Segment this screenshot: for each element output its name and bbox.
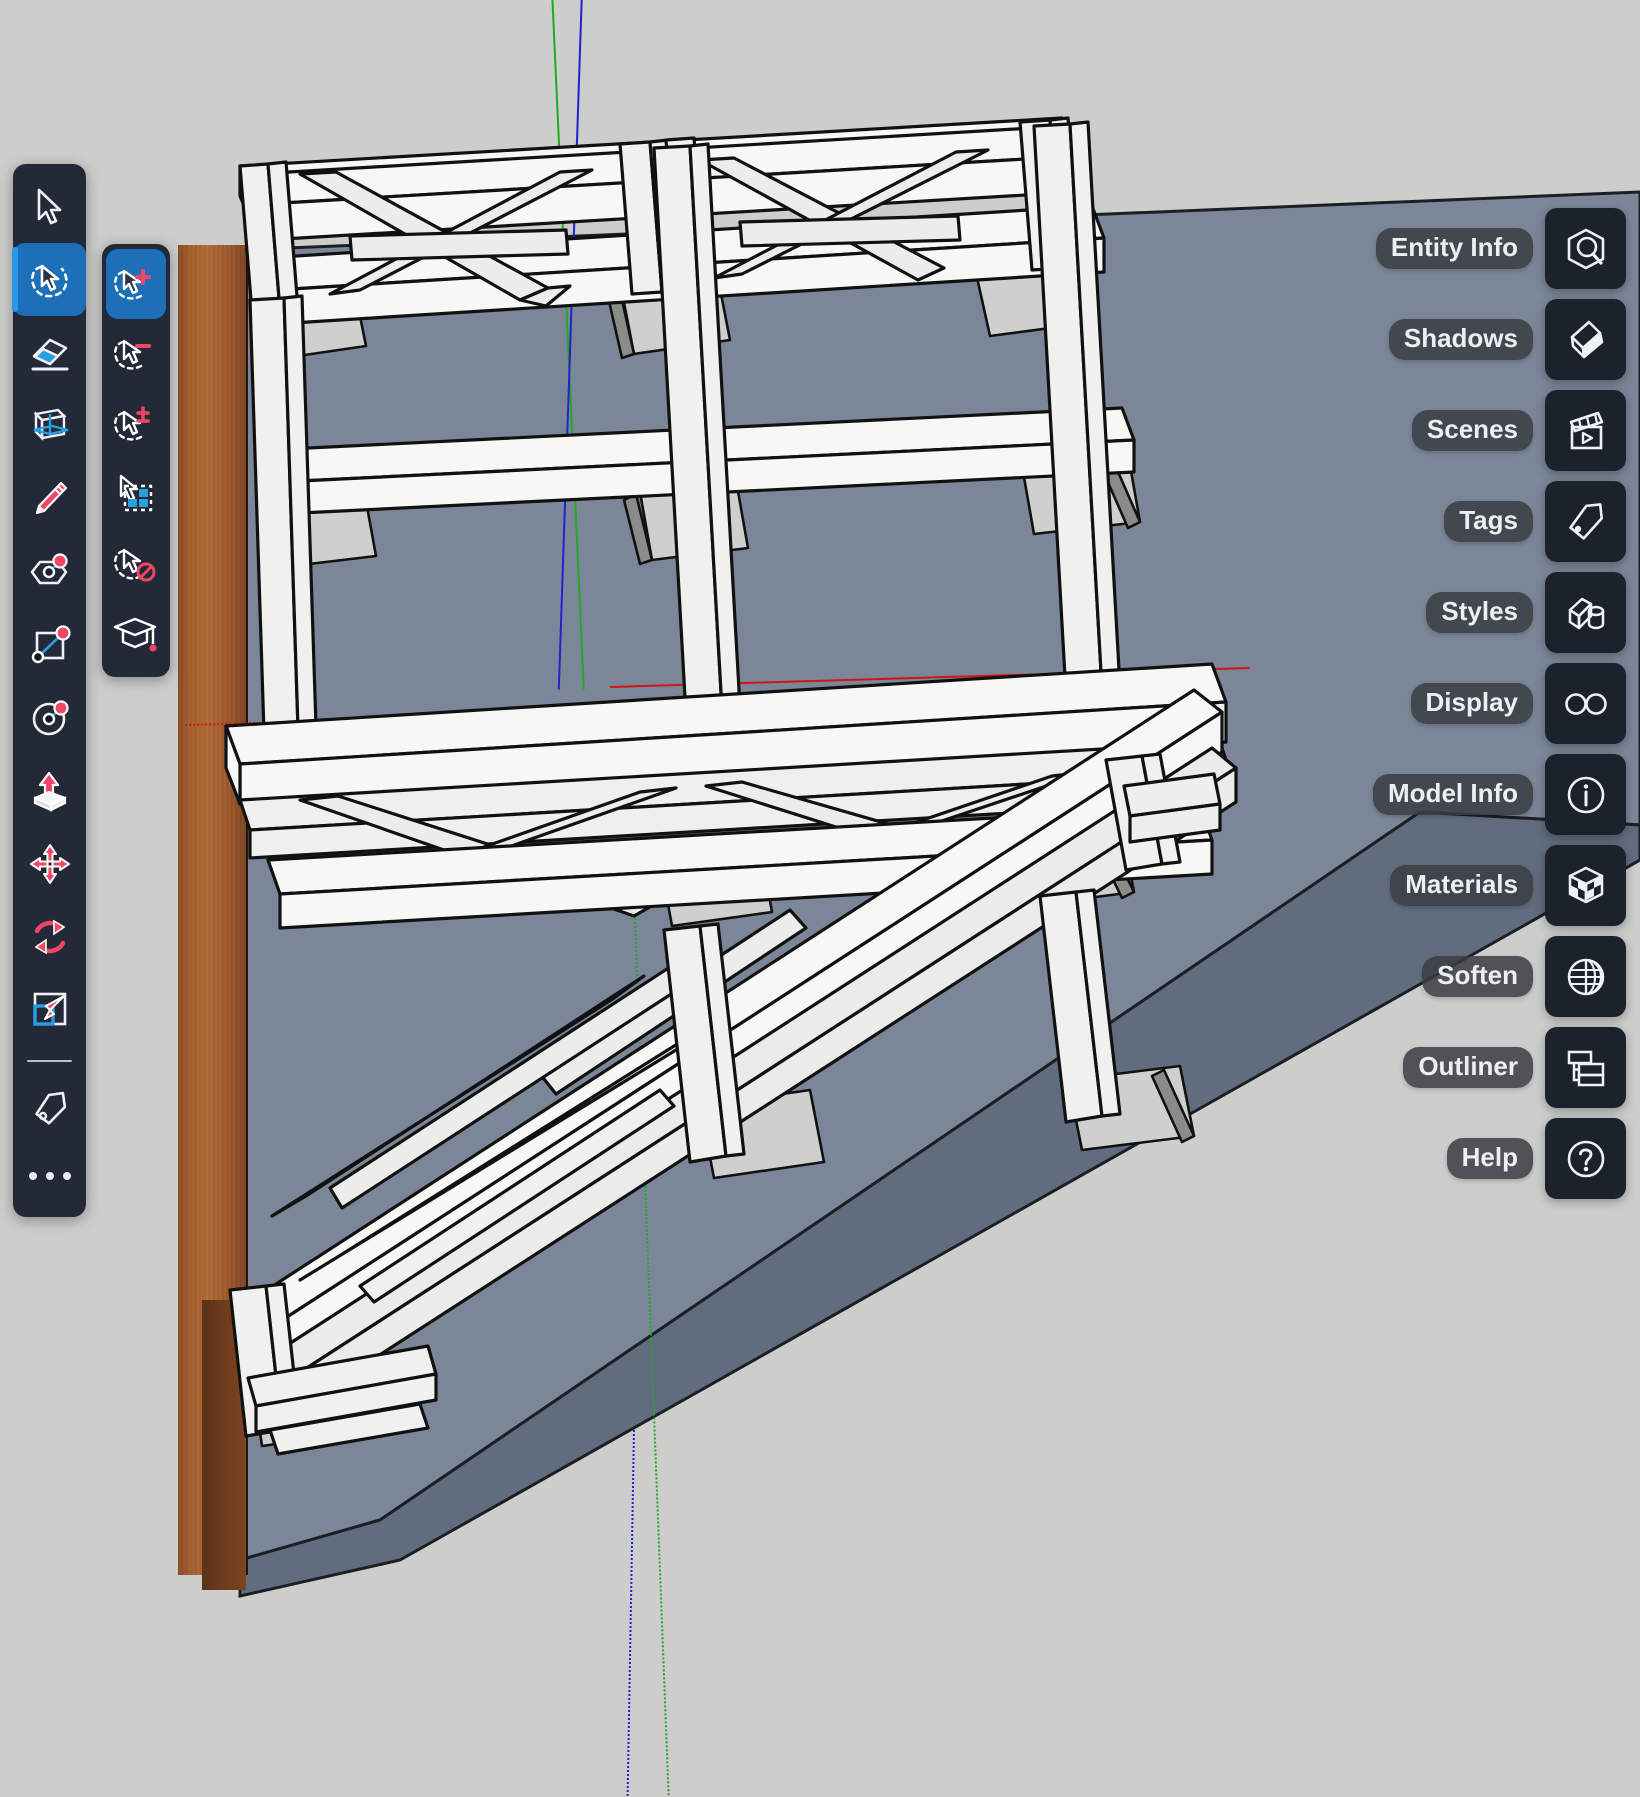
rail-row-tags[interactable]: Tags — [1373, 481, 1626, 562]
tool-lasso-remove[interactable] — [102, 319, 170, 389]
panel-button-help[interactable] — [1545, 1118, 1626, 1199]
move-icon — [29, 843, 70, 884]
rail-label-soften: Soften — [1422, 955, 1533, 998]
panel-button-model-info[interactable] — [1545, 754, 1626, 835]
lasso-toggle-icon — [114, 406, 150, 441]
tool-select[interactable] — [13, 170, 86, 243]
rail-label-model-info: Model Info — [1373, 773, 1533, 816]
panel-button-shadows[interactable] — [1545, 299, 1626, 380]
panel-button-display[interactable] — [1545, 663, 1626, 744]
rail-row-soften[interactable]: Soften — [1373, 936, 1626, 1017]
tool-eraser[interactable] — [13, 316, 86, 389]
model-info-icon — [1567, 776, 1604, 813]
tool-line[interactable] — [13, 462, 86, 535]
tool-rotate[interactable] — [13, 900, 86, 973]
panel-button-tags[interactable] — [1545, 481, 1626, 562]
rail-row-model-info[interactable]: Model Info — [1373, 754, 1626, 835]
tool-scale[interactable] — [13, 973, 86, 1046]
rail-label-materials: Materials — [1390, 864, 1533, 907]
rail-label-outliner: Outliner — [1403, 1046, 1533, 1089]
rail-label-display: Display — [1410, 682, 1533, 725]
lasso-deselect-icon — [114, 548, 156, 582]
left-toolbar[interactable] — [12, 164, 86, 1217]
rail-row-styles[interactable]: Styles — [1373, 572, 1626, 653]
lasso-select-icon — [30, 264, 68, 297]
flyout-toolbar[interactable] — [102, 244, 170, 677]
graduation-cap-icon — [113, 617, 157, 652]
rail-label-scenes: Scenes — [1411, 409, 1533, 452]
tool-push-pull[interactable] — [13, 754, 86, 827]
materials-cube-icon — [1568, 866, 1603, 903]
panel-button-outliner[interactable] — [1545, 1027, 1626, 1108]
select-arrow-icon — [37, 188, 61, 224]
rail-label-tags: Tags — [1444, 500, 1533, 543]
entity-info-icon — [1567, 228, 1604, 269]
panel-button-styles[interactable] — [1545, 572, 1626, 653]
rail-row-help[interactable]: Help — [1373, 1118, 1626, 1199]
outliner-icon — [1567, 1050, 1604, 1086]
tag-icon — [34, 1091, 66, 1125]
panel-button-scenes[interactable] — [1545, 390, 1626, 471]
scale-icon — [32, 992, 66, 1026]
styles-icon — [1568, 597, 1604, 629]
eraser-icon — [31, 338, 68, 370]
panel-button-materials[interactable] — [1545, 845, 1626, 926]
tool-lasso-toggle[interactable] — [102, 389, 170, 459]
tool-select-similar[interactable] — [102, 459, 170, 529]
tool-section-plane[interactable] — [13, 389, 86, 462]
panel-button-entity-info[interactable] — [1545, 208, 1626, 289]
tool-polygon[interactable] — [13, 535, 86, 608]
rail-label-help: Help — [1446, 1137, 1533, 1180]
polygon-icon — [30, 552, 68, 584]
tool-move[interactable] — [13, 827, 86, 900]
circle-icon — [32, 699, 69, 735]
rail-label-entity-info: Entity Info — [1375, 227, 1533, 270]
rail-row-entity-info[interactable]: Entity Info — [1373, 208, 1626, 289]
rail-row-scenes[interactable]: Scenes — [1373, 390, 1626, 471]
rail-label-styles: Styles — [1426, 591, 1533, 634]
rail-row-outliner[interactable]: Outliner — [1373, 1027, 1626, 1108]
panel-rail[interactable]: Entity Info Shadows Scenes Tags Styles D… — [1373, 208, 1626, 1199]
rail-row-materials[interactable]: Materials — [1373, 845, 1626, 926]
rail-label-shadows: Shadows — [1388, 318, 1533, 361]
tool-tag[interactable] — [13, 1072, 86, 1145]
tool-lasso-deselect[interactable] — [102, 529, 170, 599]
more-tools-icon[interactable] — [13, 1145, 86, 1207]
tool-circle[interactable] — [13, 681, 86, 754]
rail-row-shadows[interactable]: Shadows — [1373, 299, 1626, 380]
rotate-icon — [34, 919, 65, 954]
tool-lasso[interactable] — [12, 243, 86, 316]
push-pull-icon — [33, 771, 66, 812]
lasso-remove-icon — [114, 339, 151, 370]
scenes-clapperboard-icon — [1569, 411, 1603, 449]
shadows-icon — [1570, 320, 1603, 358]
section-plane-icon — [33, 408, 68, 441]
toolbar-divider — [27, 1060, 72, 1062]
tool-rectangle[interactable] — [13, 608, 86, 681]
tool-learn[interactable] — [102, 599, 170, 669]
pencil-line-icon — [35, 481, 67, 514]
tags-icon — [1568, 502, 1603, 540]
tool-lasso-add[interactable] — [106, 249, 166, 319]
soften-sphere-icon — [1567, 958, 1604, 995]
lasso-add-icon — [114, 269, 151, 300]
rectangle-icon — [31, 624, 71, 663]
display-glasses-icon — [1564, 692, 1607, 715]
help-question-icon — [1567, 1140, 1604, 1177]
rail-row-display[interactable]: Display — [1373, 663, 1626, 744]
panel-button-soften[interactable] — [1545, 936, 1626, 1017]
select-similar-icon — [119, 474, 153, 512]
